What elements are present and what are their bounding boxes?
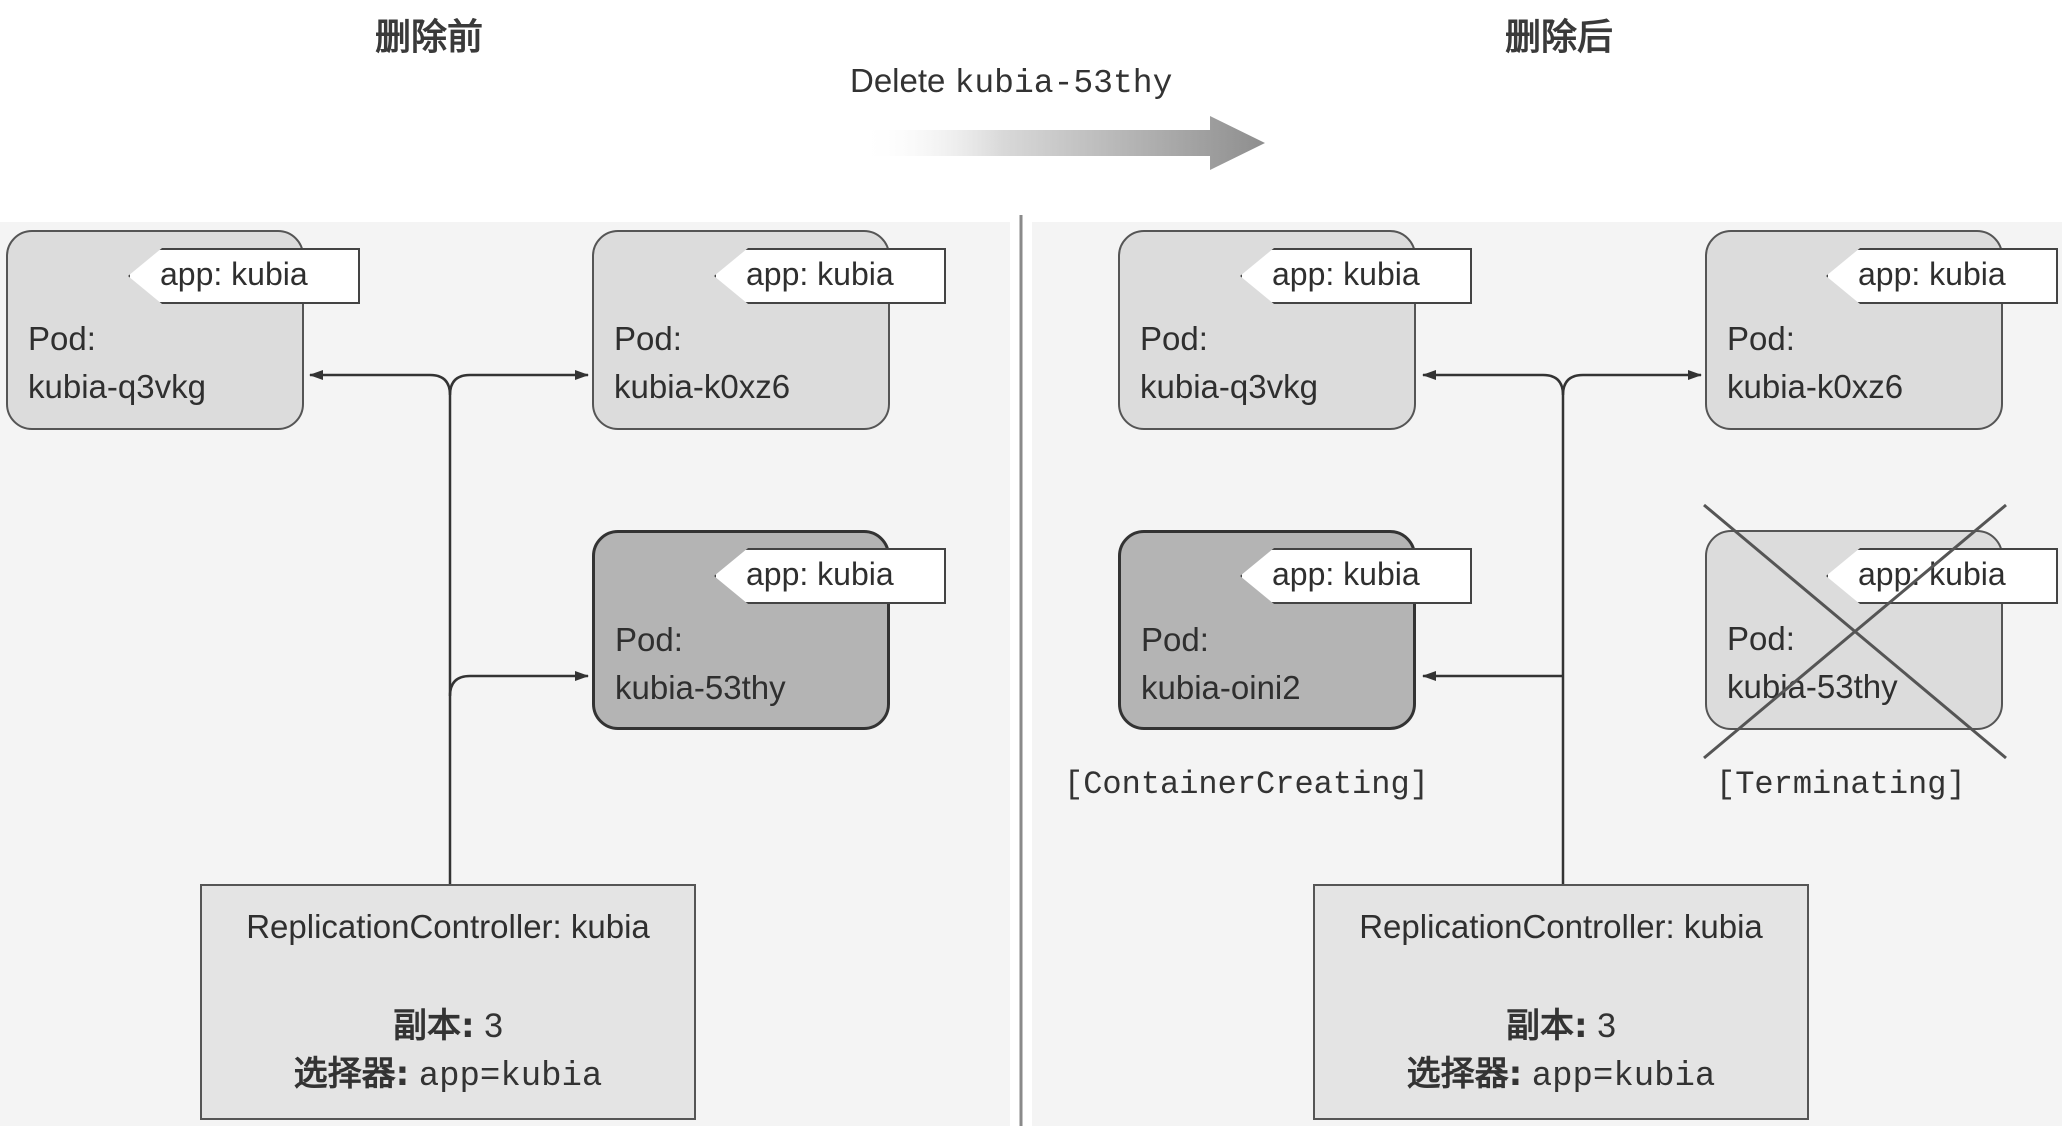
pod-type: Pod: bbox=[614, 320, 682, 357]
pod-name: kubia-53thy bbox=[1727, 668, 1898, 705]
pod-name: kubia-oini2 bbox=[1141, 669, 1301, 706]
label-text: app: kubia bbox=[160, 256, 308, 292]
pod-type: Pod: bbox=[1140, 320, 1208, 357]
rc-replicas: 副本: 3 bbox=[202, 998, 694, 1047]
rc-replicas-value: 3 bbox=[1597, 1007, 1616, 1045]
pod-name: kubia-k0xz6 bbox=[1727, 368, 1904, 405]
rc-replicas-value: 3 bbox=[484, 1007, 503, 1045]
label-text: app: kubia bbox=[746, 256, 894, 292]
rc-selector: 选择器: app=kubia bbox=[202, 1046, 694, 1096]
rc-replicas: 副本: 3 bbox=[1315, 998, 1807, 1047]
rc-selector-label: 选择器: bbox=[1406, 1054, 1523, 1094]
replication-controller: ReplicationController: kubia 副本: 3 选择器: … bbox=[200, 884, 696, 1120]
label-text: app: kubia bbox=[746, 556, 894, 592]
replication-controller: ReplicationController: kubia 副本: 3 选择器: … bbox=[1313, 884, 1809, 1120]
rc-selector-label: 选择器: bbox=[293, 1054, 410, 1094]
label-text: app: kubia bbox=[1272, 556, 1420, 592]
operation-arrow bbox=[860, 116, 1265, 170]
pod-type: Pod: bbox=[615, 621, 683, 658]
rc-title: ReplicationController: kubia bbox=[1359, 908, 1763, 945]
rc-selector-value: app=kubia bbox=[418, 1058, 603, 1096]
pod-type: Pod: bbox=[1727, 320, 1795, 357]
rc-replicas-label: 副本: bbox=[1506, 1006, 1588, 1046]
rc-selector-value: app=kubia bbox=[1531, 1058, 1716, 1096]
pod-name: kubia-53thy bbox=[615, 669, 786, 706]
pod-type: Pod: bbox=[28, 320, 96, 357]
pod-type: Pod: bbox=[1141, 621, 1209, 658]
pod-name: kubia-q3vkg bbox=[1140, 368, 1318, 405]
rc-title: ReplicationController: kubia bbox=[246, 908, 650, 945]
rc-replicas-label: 副本: bbox=[393, 1006, 475, 1046]
label-text: app: kubia bbox=[1858, 256, 2006, 292]
pod-type: Pod: bbox=[1727, 620, 1795, 657]
pod-status: [Terminating] bbox=[1716, 766, 1966, 803]
label-text: app: kubia bbox=[1272, 256, 1420, 292]
pod-name: kubia-k0xz6 bbox=[614, 368, 791, 405]
pod-name: kubia-q3vkg bbox=[28, 368, 206, 405]
after-connectors bbox=[1422, 370, 1702, 885]
label-text: app: kubia bbox=[1858, 556, 2006, 592]
rc-selector: 选择器: app=kubia bbox=[1315, 1046, 1807, 1096]
pod-status: [ContainerCreating] bbox=[1064, 766, 1429, 803]
before-connectors bbox=[309, 370, 589, 885]
